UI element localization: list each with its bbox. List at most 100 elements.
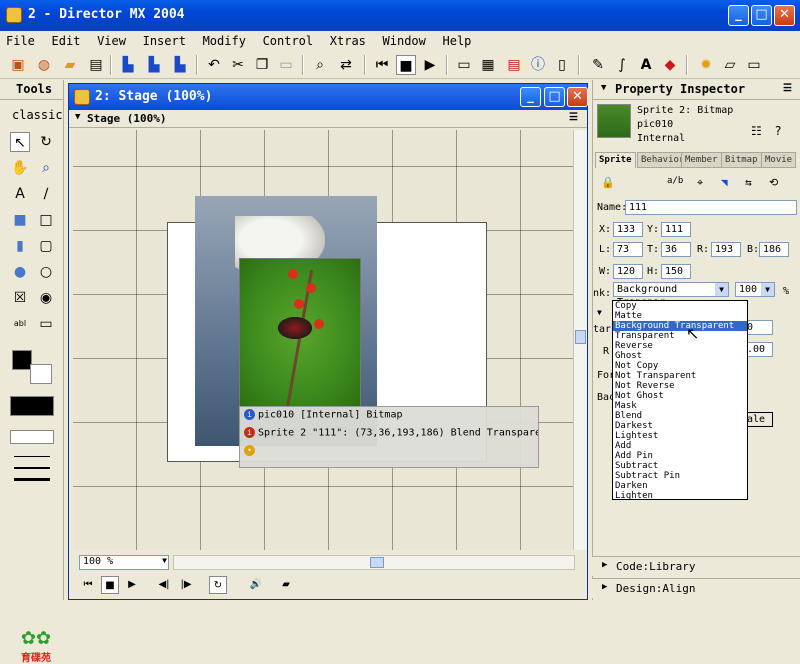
collapse-triangle-icon[interactable]: ▼ — [597, 308, 602, 317]
restore-icon[interactable]: ⟲ — [769, 176, 778, 189]
import-icon[interactable]: ▰ — [60, 55, 80, 75]
arrow-tool-icon[interactable]: ↖ — [10, 132, 30, 152]
maximize-button[interactable]: □ — [751, 5, 772, 26]
y-field[interactable]: 111 — [661, 222, 691, 237]
checkbox-tool-icon[interactable]: ☒ — [10, 288, 30, 308]
ink-dropdown-list[interactable]: Copy Matte Background Transparent Transp… — [612, 300, 748, 501]
radio-tool-icon[interactable]: ◉ — [36, 288, 56, 308]
ink-option-transparent[interactable]: Transparent — [613, 331, 747, 341]
menu-file[interactable]: File — [0, 31, 39, 48]
ink-option-background-transparent[interactable]: Background Transparent — [613, 321, 747, 331]
flower-sprite[interactable] — [239, 258, 361, 409]
filled-roundrect-tool-icon[interactable]: ▮ — [10, 236, 30, 256]
ink-option-darken[interactable]: Darken — [613, 481, 747, 491]
pattern-swatch[interactable] — [10, 396, 54, 416]
ink-option-ghost[interactable]: Ghost — [613, 351, 747, 361]
ink-option-add-pin[interactable]: Add Pin — [613, 451, 747, 461]
ink-option-darkest[interactable]: Darkest — [613, 421, 747, 431]
bottom-field[interactable]: 186 — [759, 242, 789, 257]
rect-tool-icon[interactable]: □ — [36, 210, 56, 230]
ink-option-not-copy[interactable]: Not Copy — [613, 361, 747, 371]
button-tool-icon[interactable]: ▭ — [36, 314, 56, 334]
panel-options-icon[interactable]: ☰ — [569, 112, 578, 123]
volume-icon[interactable]: 🔊 — [247, 576, 265, 594]
width-field[interactable]: 120 — [613, 264, 643, 279]
zoom-tool-icon[interactable]: ⌕ — [36, 158, 56, 178]
menu-view[interactable]: View — [91, 31, 130, 48]
stage-close-button[interactable]: ✕ — [567, 87, 588, 107]
code-library-panel[interactable]: ▶ Code:Library — [592, 556, 800, 576]
menu-window[interactable]: Window — [377, 31, 430, 48]
publish-icon[interactable]: ▙ — [144, 55, 164, 75]
play-icon[interactable]: ▶ — [420, 55, 440, 75]
ink-option-lightest[interactable]: Lightest — [613, 431, 747, 441]
line-width-none[interactable] — [10, 430, 54, 444]
find-icon[interactable]: ⌕ — [310, 55, 330, 75]
copy-icon[interactable]: ❐ — [252, 55, 272, 75]
lock-icon[interactable]: 🔒 — [601, 176, 615, 189]
flip-icon[interactable]: ⇆ — [745, 176, 752, 189]
menu-edit[interactable]: Edit — [46, 31, 85, 48]
moveable-icon[interactable]: ⌖ — [697, 176, 703, 190]
design-align-panel[interactable]: ▶ Design:Align — [592, 578, 800, 598]
score-icon[interactable]: ▤ — [504, 55, 524, 75]
top-field[interactable]: 36 — [661, 242, 691, 257]
minimize-button[interactable]: _ — [728, 5, 749, 26]
loop-icon[interactable]: ↻ — [209, 576, 227, 594]
ink-option-not-transparent[interactable]: Not Transparent — [613, 371, 747, 381]
panel-options-icon[interactable]: ☰ — [783, 83, 792, 94]
ink-option-add[interactable]: Add — [613, 441, 747, 451]
foreground-color-swatch[interactable] — [12, 350, 32, 370]
roundrect-tool-icon[interactable]: ▢ — [36, 236, 56, 256]
tool-set-selector[interactable]: classic — [0, 100, 63, 122]
editable-icon[interactable]: a/b — [667, 176, 683, 186]
line-tool-icon[interactable]: ∕ — [36, 184, 56, 204]
list-view-icon[interactable]: ☷ — [751, 124, 762, 138]
stop-icon[interactable]: ■ — [396, 55, 416, 75]
menu-help[interactable]: Help — [437, 31, 476, 48]
ink-option-not-ghost[interactable]: Not Ghost — [613, 391, 747, 401]
collapse-triangle-icon[interactable]: ▼ — [601, 83, 606, 93]
line-width-3[interactable] — [14, 478, 50, 481]
stage-vertical-scrollbar[interactable] — [573, 130, 587, 550]
tab-sprite[interactable]: Sprite — [595, 152, 636, 168]
tab-movie[interactable]: Movie — [761, 152, 797, 168]
trails-icon[interactable]: ◥ — [721, 176, 728, 189]
tab-member[interactable]: Member — [681, 152, 722, 168]
line-width-2[interactable] — [14, 467, 50, 469]
open-icon[interactable]: ◍ — [34, 55, 54, 75]
undo-icon[interactable]: ↶ — [204, 55, 224, 75]
rewind-icon[interactable]: ⏮ — [372, 55, 392, 75]
rewind-icon[interactable]: ⏮ — [79, 576, 97, 594]
ink-option-copy[interactable]: Copy — [613, 301, 747, 311]
blend-select[interactable]: 100 ▼ — [735, 282, 775, 297]
stage-minimize-button[interactable]: _ — [520, 87, 541, 107]
ink-option-blend[interactable]: Blend — [613, 411, 747, 421]
ellipse-tool-icon[interactable]: ○ — [36, 262, 56, 282]
cast-icon[interactable]: ▦ — [478, 55, 498, 75]
horizontal-scroll-thumb[interactable] — [370, 557, 384, 568]
step-back-icon[interactable]: ◀| — [155, 576, 173, 594]
stop-icon[interactable]: ■ — [101, 576, 119, 594]
cut-icon[interactable]: ✂ — [228, 55, 248, 75]
ink-option-reverse[interactable]: Reverse — [613, 341, 747, 351]
right-field[interactable]: 193 — [711, 242, 741, 257]
text-tool-icon[interactable]: A — [10, 184, 30, 204]
save-all-icon[interactable]: ▙ — [118, 55, 138, 75]
play-icon[interactable]: ▶ — [123, 576, 141, 594]
script-icon[interactable]: ▭ — [744, 55, 764, 75]
ink-option-subtract[interactable]: Subtract — [613, 461, 747, 471]
line-width-1[interactable] — [14, 456, 50, 457]
ink-select[interactable]: Background Transpar▼ — [613, 282, 729, 308]
ink-option-lighten[interactable]: Lighten — [613, 491, 747, 501]
stage-maximize-button[interactable]: □ — [544, 87, 565, 107]
field-tool-icon[interactable]: abl — [10, 314, 30, 334]
stage-icon[interactable]: ▭ — [454, 55, 474, 75]
paint-icon[interactable]: ✎ — [588, 55, 608, 75]
library-icon[interactable]: ▯ — [552, 55, 572, 75]
zoom-select[interactable]: 100 % ▼ — [79, 555, 169, 570]
stage-canvas[interactable]: i pic010 [Internal] Bitmap i Sprite 2 "111… — [73, 130, 573, 550]
filled-rect-tool-icon[interactable]: ■ — [10, 210, 30, 230]
menu-modify[interactable]: Modify — [197, 31, 250, 48]
new-icon[interactable]: ▣ — [8, 55, 28, 75]
